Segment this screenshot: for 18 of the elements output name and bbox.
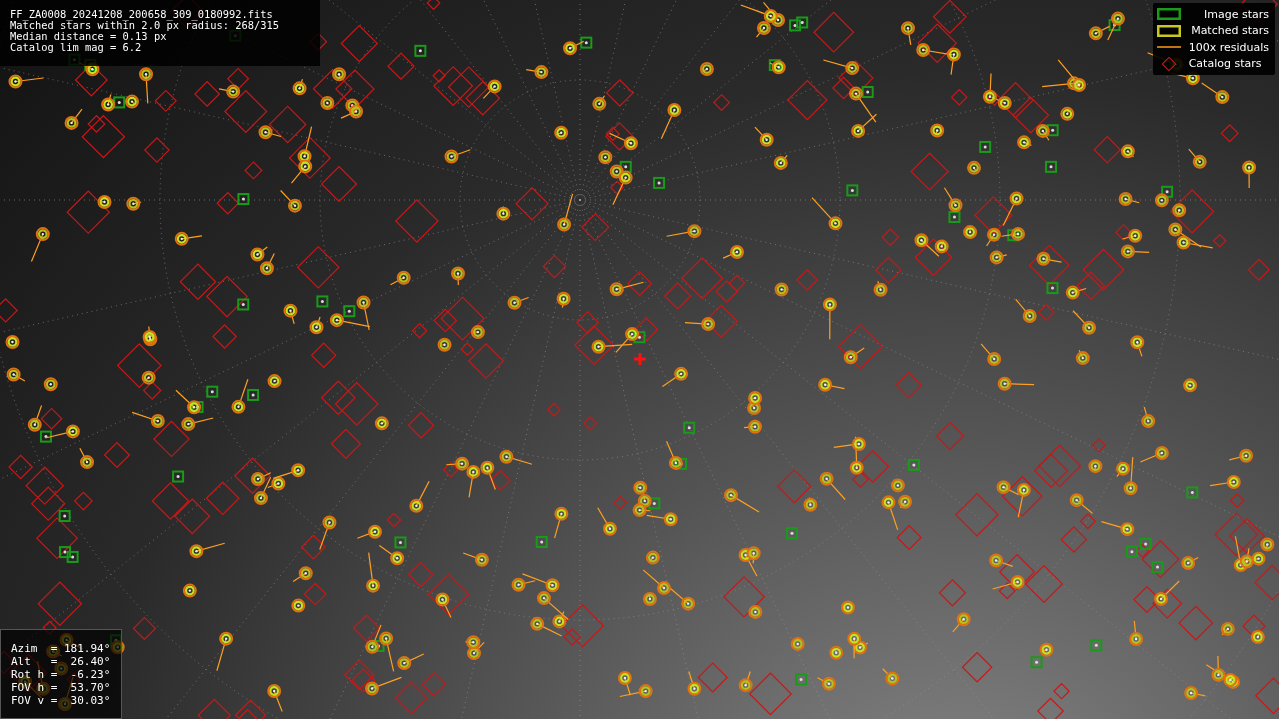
legend-swatch-icon (1156, 8, 1181, 21)
pointing-text: Alt = 26.40° (11, 655, 111, 668)
pointing-text: Azim = 181.94° (11, 642, 111, 655)
legend-label: Image stars (1204, 7, 1269, 21)
info-text: Median distance = 0.13 px (10, 31, 167, 42)
center-cross-icon (634, 353, 646, 365)
legend-label: Catalog stars (1188, 57, 1262, 71)
pointing-text: FOV v = 30.03° (11, 694, 111, 707)
legend-swatch-icon (1156, 24, 1181, 37)
legend-diamond-icon (1160, 55, 1177, 72)
legend-label: 100x residuals (1188, 40, 1269, 54)
legend-label: Matched stars (1191, 24, 1269, 38)
legend-line-icon (1156, 46, 1181, 49)
info-text: FF_ZA0008_20241208_200658_309_0180992.fits (10, 9, 273, 20)
info-text: Catalog lim mag = 6.2 (10, 42, 142, 53)
pointing-text: FOV h = 53.70° (11, 681, 111, 694)
info-text: Matched stars within 2.0 px radius: 268/315 (10, 20, 279, 31)
pointing-text: Rot h = -6.23° (11, 668, 111, 681)
